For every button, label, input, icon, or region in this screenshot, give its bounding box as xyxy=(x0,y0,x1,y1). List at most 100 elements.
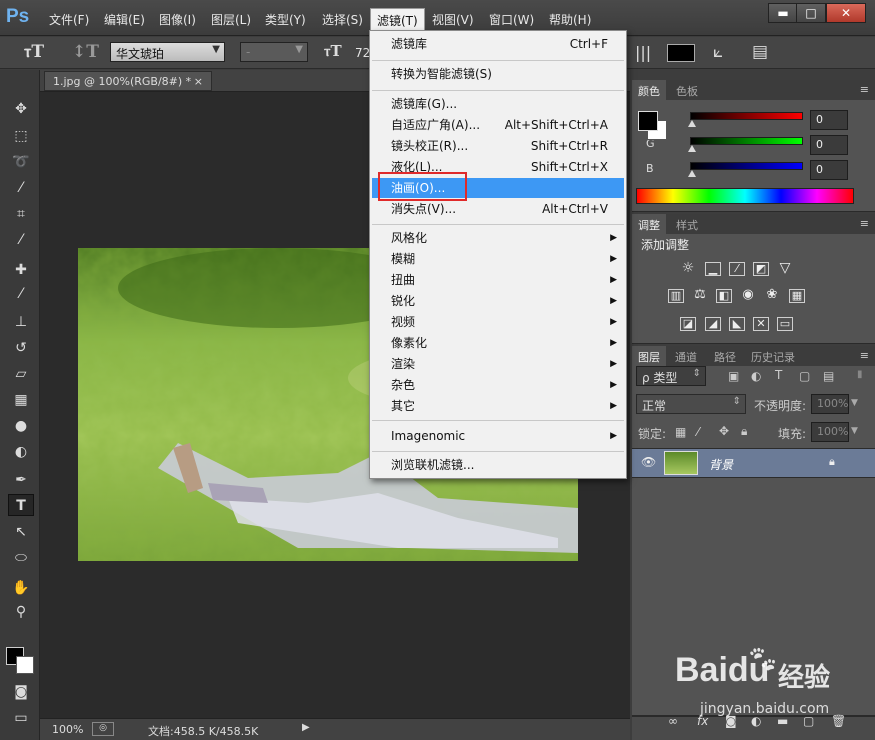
text-orientation-icon[interactable]: ↕T xyxy=(72,42,99,62)
healing-brush-tool-icon[interactable]: ✚ xyxy=(8,259,34,281)
menu-item-lens-correction[interactable]: 镜头校正(R)... Shift+Ctrl+R xyxy=(372,136,624,156)
tab-adjustments[interactable]: 调整 xyxy=(632,214,666,234)
panel-toggle-icon[interactable]: ▤ xyxy=(752,42,768,62)
color-balance-icon[interactable]: ⚖ xyxy=(692,288,708,303)
lock-pixels-icon[interactable]: ⁄ xyxy=(697,425,699,439)
invert-icon[interactable]: ◪ xyxy=(680,317,696,331)
menu-item-imagenomic[interactable]: Imagenomic ▶ xyxy=(372,426,624,446)
tab-channels[interactable]: 通道 xyxy=(669,346,703,366)
type-tool-icon[interactable]: T xyxy=(8,494,34,516)
quick-select-tool-icon[interactable]: ⁄ xyxy=(8,177,34,199)
filter-shape-icon[interactable]: ▢ xyxy=(799,369,810,383)
threshold-icon[interactable]: ◣ xyxy=(729,317,745,331)
status-arrow-icon[interactable]: ▶ xyxy=(302,722,310,733)
posterize-icon[interactable]: ◢ xyxy=(705,317,721,331)
zoom-tool-icon[interactable]: ⚲ xyxy=(8,601,34,623)
path-select-tool-icon[interactable]: ↖ xyxy=(8,521,34,543)
marquee-tool-icon[interactable]: ⬚ xyxy=(8,125,34,147)
green-slider[interactable] xyxy=(690,137,803,145)
photo-filter-icon[interactable]: ◉ xyxy=(740,288,756,303)
filter-type-icon[interactable]: T xyxy=(775,368,782,382)
lasso-tool-icon[interactable]: ➰ xyxy=(8,151,34,173)
background-color-swatch[interactable] xyxy=(16,656,34,674)
menu-item-filter-gallery[interactable]: 滤镜库(G)... xyxy=(372,94,624,114)
vibrance-icon[interactable]: ▽ xyxy=(777,261,793,276)
blue-slider[interactable] xyxy=(690,162,803,170)
gradient-tool-icon[interactable]: ▦ xyxy=(8,389,34,411)
maximize-button[interactable]: □ xyxy=(796,3,826,23)
opacity-input[interactable]: 100% xyxy=(811,394,849,414)
layer-name[interactable]: 背景 xyxy=(709,456,733,473)
zoom-level[interactable]: 100% xyxy=(52,723,83,736)
color-spectrum-bar[interactable] xyxy=(636,188,854,204)
menu-filter[interactable]: 滤镜(T) xyxy=(370,8,425,32)
menu-item-stylize[interactable]: 风格化 ▶ xyxy=(372,228,624,248)
blue-value-input[interactable]: 0 xyxy=(810,160,848,180)
menu-help[interactable]: 帮助(H) xyxy=(549,11,591,28)
filter-adjustment-icon[interactable]: ◐ xyxy=(751,369,761,383)
menu-item-video[interactable]: 视频 ▶ xyxy=(372,312,624,332)
quick-mask-icon[interactable]: ◙ xyxy=(8,681,34,703)
menu-layer[interactable]: 图层(L) xyxy=(211,11,251,28)
panel-menu-icon[interactable]: ≡ xyxy=(854,346,875,366)
curves-icon[interactable]: ⁄ xyxy=(729,262,745,276)
document-tab[interactable]: 1.jpg @ 100%(RGB/8#) * × xyxy=(44,71,212,91)
filter-pixel-icon[interactable]: ▣ xyxy=(728,369,739,383)
tab-swatches[interactable]: 色板 xyxy=(670,80,704,100)
menu-item-vanishing-point[interactable]: 消失点(V)... Alt+Ctrl+V xyxy=(372,199,624,219)
menu-view[interactable]: 视图(V) xyxy=(432,11,474,28)
hue-saturation-icon[interactable]: ▥ xyxy=(668,289,684,303)
font-family-select[interactable]: 华文琥珀 ▼ xyxy=(110,42,225,62)
menu-item-distort[interactable]: 扭曲 ▶ xyxy=(372,270,624,290)
dodge-tool-icon[interactable]: ◐ xyxy=(8,441,34,463)
menu-file[interactable]: 文件(F) xyxy=(49,11,89,28)
panel-menu-icon[interactable]: ≡ xyxy=(854,80,875,100)
menu-item-filter-gallery-last[interactable]: 滤镜库 Ctrl+F xyxy=(372,34,624,54)
color-lookup-icon[interactable]: ▦ xyxy=(789,289,805,303)
menu-item-sharpen[interactable]: 锐化 ▶ xyxy=(372,291,624,311)
menu-item-adaptive-wide-angle[interactable]: 自适应广角(A)... Alt+Shift+Ctrl+A xyxy=(372,115,624,135)
character-panel-icon[interactable]: ||| xyxy=(635,43,651,62)
menu-item-blur[interactable]: 模糊 ▶ xyxy=(372,249,624,269)
ellipse-tool-icon[interactable]: ⬭ xyxy=(8,547,34,569)
move-tool-icon[interactable]: ✥ xyxy=(8,98,34,120)
green-value-input[interactable]: 0 xyxy=(810,135,848,155)
warp-text-icon[interactable]: ⟀ xyxy=(713,42,723,62)
gradient-map-icon[interactable]: ▭ xyxy=(777,317,793,331)
eraser-tool-icon[interactable]: ▱ xyxy=(8,363,34,385)
color-foreground-swatch[interactable] xyxy=(638,111,658,131)
menu-item-noise[interactable]: 杂色 ▶ xyxy=(372,375,624,395)
stamp-tool-icon[interactable]: ⊥ xyxy=(8,311,34,333)
menu-item-pixelate[interactable]: 像素化 ▶ xyxy=(372,333,624,353)
eyedropper-tool-icon[interactable]: ⁄ xyxy=(8,229,34,251)
selective-color-icon[interactable]: ✕ xyxy=(753,317,769,331)
crop-tool-icon[interactable]: ⌗ xyxy=(8,203,34,225)
tab-history[interactable]: 历史记录 xyxy=(745,346,801,366)
menu-item-browse-online[interactable]: 浏览联机滤镜... xyxy=(372,455,624,475)
blend-mode-select[interactable]: 正常 ⇕ xyxy=(636,394,746,414)
lock-position-icon[interactable]: ✥ xyxy=(719,424,729,438)
screen-mode-icon[interactable]: ▭ xyxy=(8,707,34,729)
brightness-icon[interactable]: ☼ xyxy=(680,261,696,276)
fill-input[interactable]: 100% xyxy=(811,422,849,442)
pen-tool-icon[interactable]: ✒ xyxy=(8,469,34,491)
font-size-value[interactable]: 72 xyxy=(355,46,370,60)
close-button[interactable]: ✕ xyxy=(826,3,866,23)
panel-menu-icon[interactable]: ≡ xyxy=(854,214,875,234)
menu-item-smart-filter[interactable]: 转换为智能滤镜(S) xyxy=(372,64,624,84)
black-white-icon[interactable]: ◧ xyxy=(716,289,732,303)
lock-transparency-icon[interactable]: ▦ xyxy=(675,425,686,439)
layer-filter-select[interactable]: ρ 类型 ⇕ xyxy=(636,366,706,386)
filter-toggle-icon[interactable]: ▮ xyxy=(857,369,863,380)
red-value-input[interactable]: 0 xyxy=(810,110,848,130)
filter-smart-icon[interactable]: ▤ xyxy=(823,369,834,383)
menu-select[interactable]: 选择(S) xyxy=(322,11,363,28)
lock-all-icon[interactable]: 🔒︎ xyxy=(741,424,747,439)
chevron-down-icon[interactable]: ▼ xyxy=(851,426,858,436)
type-tool-preset-icon[interactable]: ⲧT xyxy=(24,42,44,62)
green-slider-thumb[interactable] xyxy=(688,145,696,152)
close-tab-icon[interactable]: × xyxy=(194,75,203,88)
hand-tool-icon[interactable]: ✋ xyxy=(8,577,34,599)
channel-mixer-icon[interactable]: ❀ xyxy=(764,288,780,303)
visibility-eye-icon[interactable]: 👁︎ xyxy=(641,455,656,469)
